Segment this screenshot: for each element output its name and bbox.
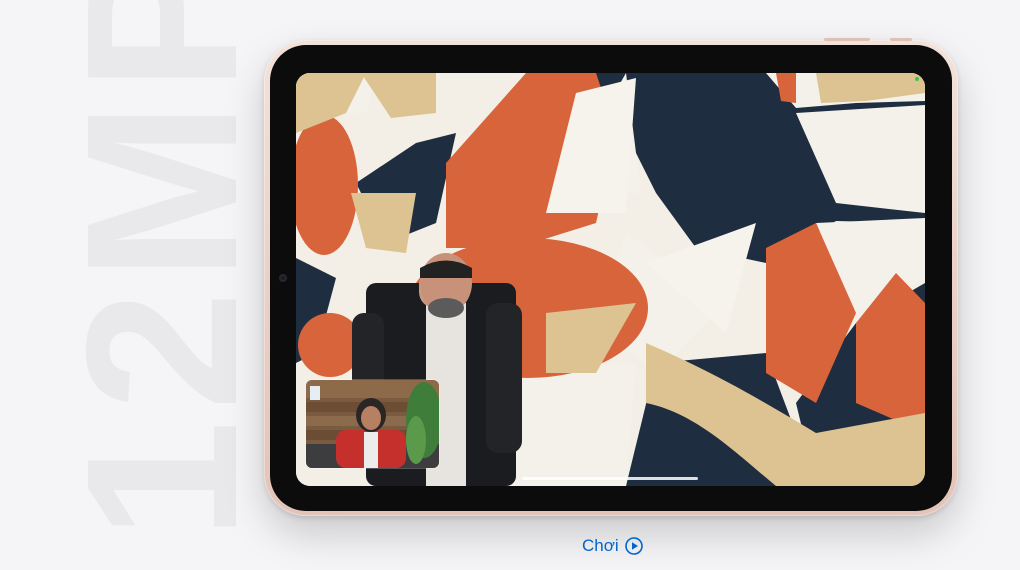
play-video-button[interactable]: Chơi bbox=[582, 535, 643, 557]
home-indicator[interactable] bbox=[522, 477, 698, 480]
play-label: Chơi bbox=[582, 536, 619, 555]
self-view-pip[interactable] bbox=[306, 380, 439, 468]
volume-button bbox=[824, 38, 870, 41]
self-view-video bbox=[306, 380, 439, 468]
play-circle-icon bbox=[624, 537, 643, 555]
power-button bbox=[890, 38, 912, 41]
front-camera-icon bbox=[279, 274, 287, 282]
ipad-screen bbox=[296, 73, 925, 486]
background-word-text: 12MP bbox=[60, 0, 260, 540]
ipad-device bbox=[264, 38, 958, 516]
camera-indicator-icon bbox=[915, 77, 919, 81]
background-watermark: 12MP bbox=[60, 0, 260, 570]
product-showcase: 12MP bbox=[0, 0, 1020, 570]
